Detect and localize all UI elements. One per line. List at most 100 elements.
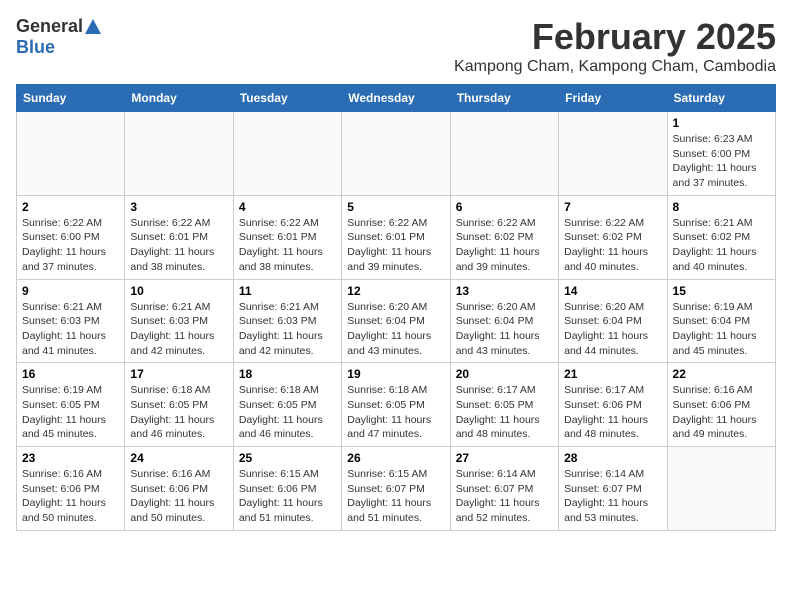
calendar-week-4: 16 Sunrise: 6:19 AMSunset: 6:05 PMDayligh… — [17, 363, 776, 447]
calendar-cell: 5 Sunrise: 6:22 AMSunset: 6:01 PMDaylight… — [342, 195, 450, 279]
location-title: Kampong Cham, Kampong Cham, Cambodia — [454, 58, 776, 76]
weekday-header-tuesday: Tuesday — [233, 85, 341, 112]
calendar-week-3: 9Sunrise: 6:21 AMSunset: 6:03 PMDaylight… — [17, 279, 776, 363]
calendar-cell: 27 Sunrise: 6:14 AMSunset: 6:07 PMDayligh… — [450, 447, 558, 531]
day-info: Sunrise: 6:19 AMSunset: 6:04 PMDaylight:… — [673, 300, 770, 359]
day-info: Sunrise: 6:16 AMSunset: 6:06 PMDaylight:… — [130, 467, 227, 526]
day-number: 20 — [456, 367, 553, 381]
page-header: General Blue February 2025 Kampong Cham,… — [16, 16, 776, 76]
calendar-cell: 8 Sunrise: 6:21 AMSunset: 6:02 PMDaylight… — [667, 195, 775, 279]
calendar-cell: 24 Sunrise: 6:16 AMSunset: 6:06 PMDayligh… — [125, 447, 233, 531]
day-info: Sunrise: 6:20 AMSunset: 6:04 PMDaylight:… — [456, 300, 553, 359]
logo-icon — [83, 18, 103, 36]
day-info: Sunrise: 6:22 AMSunset: 6:01 PMDaylight:… — [347, 216, 444, 275]
calendar-cell: 3 Sunrise: 6:22 AMSunset: 6:01 PMDaylight… — [125, 195, 233, 279]
calendar-cell: 17 Sunrise: 6:18 AMSunset: 6:05 PMDayligh… — [125, 363, 233, 447]
logo-blue-text: Blue — [16, 37, 55, 58]
day-info: Sunrise: 6:23 AMSunset: 6:00 PMDaylight:… — [673, 132, 770, 191]
calendar-cell — [342, 112, 450, 196]
calendar-cell: 14 Sunrise: 6:20 AMSunset: 6:04 PMDayligh… — [559, 279, 667, 363]
day-info: Sunrise: 6:15 AMSunset: 6:07 PMDaylight:… — [347, 467, 444, 526]
day-info: Sunrise: 6:22 AMSunset: 6:01 PMDaylight:… — [130, 216, 227, 275]
day-info: Sunrise: 6:22 AMSunset: 6:01 PMDaylight:… — [239, 216, 336, 275]
day-number: 10 — [130, 284, 227, 298]
day-number: 15 — [673, 284, 770, 298]
day-number: 17 — [130, 367, 227, 381]
day-number: 6 — [456, 200, 553, 214]
day-number: 13 — [456, 284, 553, 298]
calendar-cell: 6 Sunrise: 6:22 AMSunset: 6:02 PMDaylight… — [450, 195, 558, 279]
weekday-header-monday: Monday — [125, 85, 233, 112]
day-number: 24 — [130, 451, 227, 465]
day-info: Sunrise: 6:16 AMSunset: 6:06 PMDaylight:… — [22, 467, 119, 526]
day-info: Sunrise: 6:14 AMSunset: 6:07 PMDaylight:… — [564, 467, 661, 526]
calendar-cell: 9Sunrise: 6:21 AMSunset: 6:03 PMDaylight… — [17, 279, 125, 363]
weekday-header-saturday: Saturday — [667, 85, 775, 112]
logo-general-text: General — [16, 16, 83, 37]
weekday-header-sunday: Sunday — [17, 85, 125, 112]
calendar-cell: 7 Sunrise: 6:22 AMSunset: 6:02 PMDaylight… — [559, 195, 667, 279]
month-title: February 2025 — [454, 16, 776, 58]
day-number: 16 — [22, 367, 119, 381]
logo: General Blue — [16, 16, 103, 58]
calendar-header-row: SundayMondayTuesdayWednesdayThursdayFrid… — [17, 85, 776, 112]
day-info: Sunrise: 6:16 AMSunset: 6:06 PMDaylight:… — [673, 383, 770, 442]
day-number: 8 — [673, 200, 770, 214]
weekday-header-thursday: Thursday — [450, 85, 558, 112]
calendar-week-5: 23 Sunrise: 6:16 AMSunset: 6:06 PMDayligh… — [17, 447, 776, 531]
calendar-cell: 13 Sunrise: 6:20 AMSunset: 6:04 PMDayligh… — [450, 279, 558, 363]
title-block: February 2025 Kampong Cham, Kampong Cham… — [454, 16, 776, 76]
calendar-body: 1Sunrise: 6:23 AMSunset: 6:00 PMDaylight… — [17, 112, 776, 531]
day-info: Sunrise: 6:21 AMSunset: 6:02 PMDaylight:… — [673, 216, 770, 275]
day-info: Sunrise: 6:17 AMSunset: 6:06 PMDaylight:… — [564, 383, 661, 442]
day-info: Sunrise: 6:19 AMSunset: 6:05 PMDaylight:… — [22, 383, 119, 442]
calendar-cell: 28 Sunrise: 6:14 AMSunset: 6:07 PMDayligh… — [559, 447, 667, 531]
calendar-cell: 20 Sunrise: 6:17 AMSunset: 6:05 PMDayligh… — [450, 363, 558, 447]
day-number: 25 — [239, 451, 336, 465]
calendar-cell: 23 Sunrise: 6:16 AMSunset: 6:06 PMDayligh… — [17, 447, 125, 531]
day-number: 19 — [347, 367, 444, 381]
day-number: 3 — [130, 200, 227, 214]
day-info: Sunrise: 6:15 AMSunset: 6:06 PMDaylight:… — [239, 467, 336, 526]
day-number: 21 — [564, 367, 661, 381]
calendar-cell: 2Sunrise: 6:22 AMSunset: 6:00 PMDaylight… — [17, 195, 125, 279]
day-number: 7 — [564, 200, 661, 214]
day-info: Sunrise: 6:18 AMSunset: 6:05 PMDaylight:… — [239, 383, 336, 442]
calendar-cell: 15 Sunrise: 6:19 AMSunset: 6:04 PMDayligh… — [667, 279, 775, 363]
day-number: 14 — [564, 284, 661, 298]
day-number: 23 — [22, 451, 119, 465]
day-info: Sunrise: 6:21 AMSunset: 6:03 PMDaylight:… — [130, 300, 227, 359]
calendar-cell: 11 Sunrise: 6:21 AMSunset: 6:03 PMDayligh… — [233, 279, 341, 363]
day-info: Sunrise: 6:18 AMSunset: 6:05 PMDaylight:… — [130, 383, 227, 442]
day-info: Sunrise: 6:17 AMSunset: 6:05 PMDaylight:… — [456, 383, 553, 442]
day-info: Sunrise: 6:22 AMSunset: 6:02 PMDaylight:… — [456, 216, 553, 275]
calendar-cell — [559, 112, 667, 196]
calendar-table: SundayMondayTuesdayWednesdayThursdayFrid… — [16, 84, 776, 531]
day-info: Sunrise: 6:21 AMSunset: 6:03 PMDaylight:… — [22, 300, 119, 359]
day-number: 4 — [239, 200, 336, 214]
calendar-cell: 18Sunrise: 6:18 AMSunset: 6:05 PMDayligh… — [233, 363, 341, 447]
calendar-cell: 1Sunrise: 6:23 AMSunset: 6:00 PMDaylight… — [667, 112, 775, 196]
calendar-cell — [667, 447, 775, 531]
calendar-cell: 12Sunrise: 6:20 AMSunset: 6:04 PMDayligh… — [342, 279, 450, 363]
day-number: 22 — [673, 367, 770, 381]
weekday-header-wednesday: Wednesday — [342, 85, 450, 112]
day-number: 27 — [456, 451, 553, 465]
day-info: Sunrise: 6:20 AMSunset: 6:04 PMDaylight:… — [564, 300, 661, 359]
day-number: 12 — [347, 284, 444, 298]
day-info: Sunrise: 6:14 AMSunset: 6:07 PMDaylight:… — [456, 467, 553, 526]
calendar-cell: 4 Sunrise: 6:22 AMSunset: 6:01 PMDaylight… — [233, 195, 341, 279]
day-number: 5 — [347, 200, 444, 214]
calendar-cell — [450, 112, 558, 196]
calendar-cell — [17, 112, 125, 196]
day-info: Sunrise: 6:22 AMSunset: 6:02 PMDaylight:… — [564, 216, 661, 275]
calendar-cell: 10 Sunrise: 6:21 AMSunset: 6:03 PMDayligh… — [125, 279, 233, 363]
calendar-cell — [125, 112, 233, 196]
calendar-cell: 16 Sunrise: 6:19 AMSunset: 6:05 PMDayligh… — [17, 363, 125, 447]
calendar-week-2: 2Sunrise: 6:22 AMSunset: 6:00 PMDaylight… — [17, 195, 776, 279]
calendar-cell: 26Sunrise: 6:15 AMSunset: 6:07 PMDayligh… — [342, 447, 450, 531]
day-number: 28 — [564, 451, 661, 465]
day-number: 11 — [239, 284, 336, 298]
day-info: Sunrise: 6:21 AMSunset: 6:03 PMDaylight:… — [239, 300, 336, 359]
day-info: Sunrise: 6:22 AMSunset: 6:00 PMDaylight:… — [22, 216, 119, 275]
